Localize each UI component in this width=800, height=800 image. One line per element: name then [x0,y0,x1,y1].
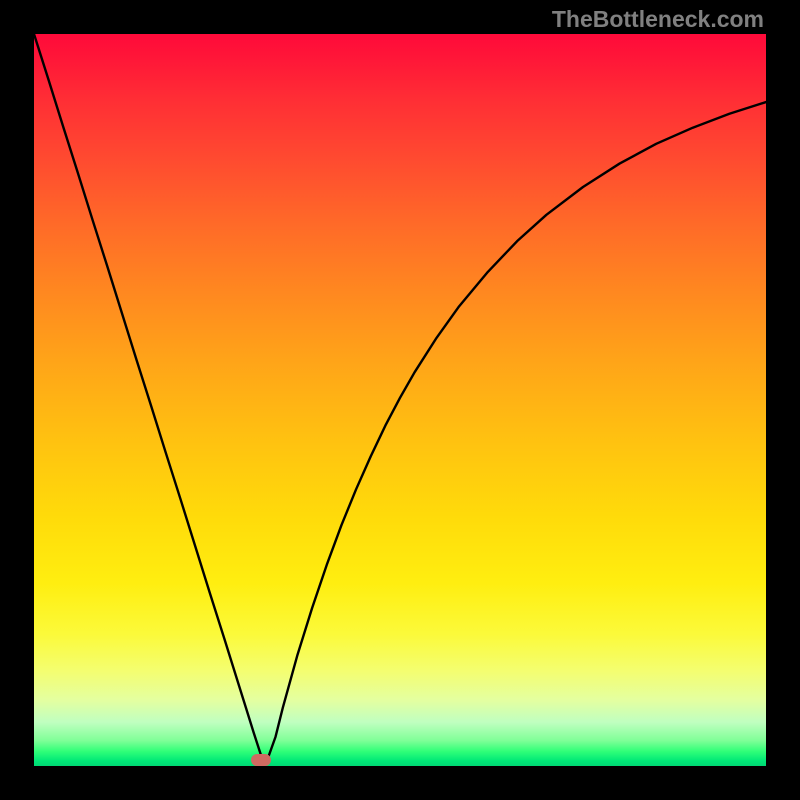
bottleneck-curve [34,34,766,757]
attribution-text: TheBottleneck.com [552,6,764,33]
chart-frame: TheBottleneck.com [0,0,800,800]
optimal-point-marker [251,754,271,766]
curve-svg [34,34,766,766]
plot-area [34,34,766,766]
